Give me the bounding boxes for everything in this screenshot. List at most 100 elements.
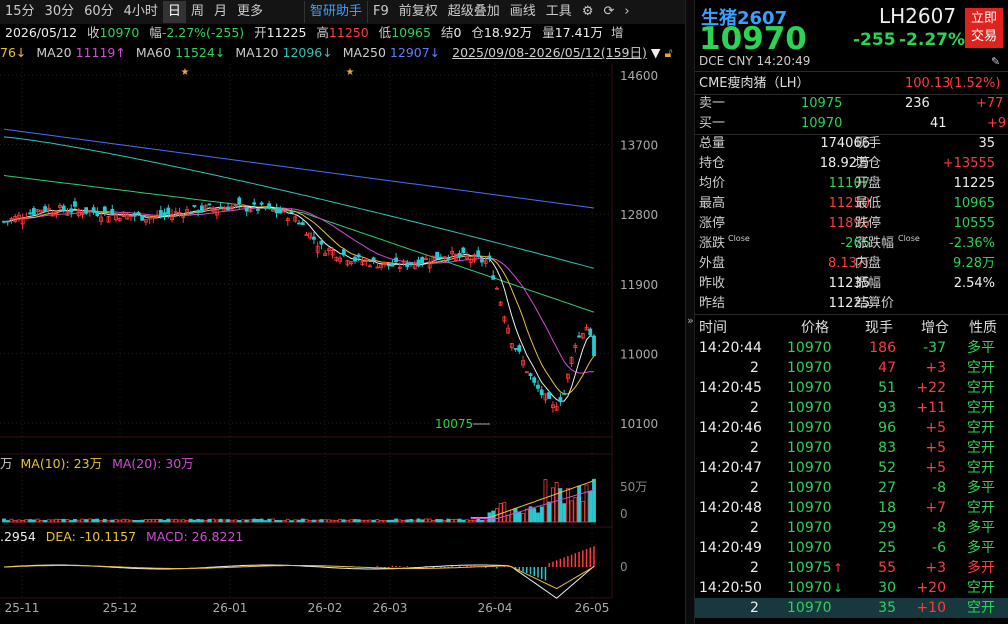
stat-label: 跌停 xyxy=(855,216,882,231)
y-tick-label: 13700 xyxy=(620,139,658,153)
volume-bar xyxy=(229,519,234,523)
trade-row[interactable]: 14:20:47 10970 52 +5 空开 xyxy=(695,458,1008,478)
candle-body xyxy=(200,205,204,212)
trade-row[interactable]: 14:20:48 10970 18 +7 空开 xyxy=(695,498,1008,518)
collapse-arrow-icon[interactable]: » xyxy=(687,314,694,327)
volume-bar xyxy=(147,519,152,523)
trade-oi-change: +5 xyxy=(925,460,946,476)
chevron-right-icon[interactable]: › xyxy=(619,1,634,23)
period-60m[interactable]: 60分 xyxy=(79,1,119,23)
volume-bar xyxy=(99,519,103,523)
volume-bar xyxy=(483,519,488,523)
candle-body xyxy=(577,335,581,338)
trade-row[interactable]: 14:20:49 10970 25 -6 多平 xyxy=(695,538,1008,558)
volume-bar xyxy=(2,518,6,523)
increase-label: 增 xyxy=(610,25,624,40)
ma-legend: 76↓ MA20 11119↑ MA60 11524↓ MA120 12096↓… xyxy=(0,45,673,60)
trade-row[interactable]: 14:20:50 10970 ↓ 30 +20 空开 xyxy=(695,578,1008,598)
x-tick-label: 26-02 xyxy=(308,601,343,615)
bar-settle: 0 xyxy=(453,25,462,40)
volume-bar xyxy=(170,519,174,523)
candle-body xyxy=(457,252,462,257)
candle-body xyxy=(84,207,89,214)
trade-row[interactable]: 2 10970 93 +11 空开 xyxy=(695,398,1008,418)
ma10-line xyxy=(3,206,595,395)
assistant-button[interactable]: 智研助手 xyxy=(303,1,367,23)
trade-row[interactable]: 14:20:46 10970 96 +5 空开 xyxy=(695,418,1008,438)
volume-bar xyxy=(293,519,298,523)
date-range[interactable]: 2025/09/08-2026/05/12(159日) xyxy=(444,45,647,60)
stat-label: 总量 xyxy=(699,136,726,151)
period-toolbar: 15分 30分 60分 4小时 日 周 月 更多 智研助手 F9 前复权 超级叠… xyxy=(0,0,685,24)
volume-bar xyxy=(420,519,425,523)
volume-bar xyxy=(73,518,77,523)
stat-row: 昨结 11225 结算价 xyxy=(695,294,1008,314)
period-15m[interactable]: 15分 xyxy=(0,1,40,23)
period-week[interactable]: 周 xyxy=(186,1,209,23)
bid-row[interactable]: 买一 10970 41 +9 xyxy=(695,114,1008,134)
trade-row[interactable]: 14:20:44 10970 186 -37 多平 xyxy=(695,338,1008,358)
trade-volume: 83 xyxy=(878,440,896,456)
trade-row[interactable]: 2 10970 47 +3 空开 xyxy=(695,358,1008,378)
volume-bar xyxy=(222,519,227,523)
period-4h[interactable]: 4小时 xyxy=(119,1,163,23)
volume-bar xyxy=(547,501,552,523)
trade-row[interactable]: 2 10970 83 +5 空开 xyxy=(695,438,1008,458)
candle-body xyxy=(341,249,346,256)
candle-body xyxy=(244,207,249,212)
trade-nature: 空开 xyxy=(967,380,995,396)
volume-bar xyxy=(87,518,92,523)
volume-bar xyxy=(375,519,380,523)
candle-body xyxy=(192,205,197,207)
trade-now-button[interactable]: 立即 交易 xyxy=(965,8,1003,48)
trade-row[interactable]: 2 10970 27 -8 多平 xyxy=(695,478,1008,498)
x-tick-label: 25-11 xyxy=(5,601,40,615)
volume-bar xyxy=(151,518,156,523)
trade-row[interactable]: 2 10975 ↑ 55 +3 多开 xyxy=(695,558,1008,578)
tools-button[interactable]: 工具 xyxy=(541,1,577,23)
volume-bar xyxy=(132,520,137,523)
trade-nature: 多平 xyxy=(967,480,995,496)
panel-splitter[interactable]: » xyxy=(685,0,695,624)
stat-row: 总量 174066 现手 35 xyxy=(695,134,1008,154)
volume-bar xyxy=(244,519,249,523)
candle-body xyxy=(136,211,141,215)
overlay-button[interactable]: 超级叠加 xyxy=(443,1,505,23)
volume-bar xyxy=(248,519,253,523)
trade-volume: 35 xyxy=(878,600,896,616)
range-dropdown-icon[interactable]: ▼ xyxy=(651,45,661,60)
trade-row[interactable]: 2 10970 29 -8 多平 xyxy=(695,518,1008,538)
volume-bar xyxy=(129,519,133,523)
trade-volume: 52 xyxy=(878,460,896,476)
trade-row[interactable]: 2 10970 35 +10 空开 xyxy=(695,598,1008,618)
candle-body xyxy=(289,210,294,214)
settings-gear-icon[interactable]: ⚙ xyxy=(577,1,599,23)
lock-icon[interactable]: 🔓︎ xyxy=(664,45,672,60)
volume-bar xyxy=(312,519,316,523)
chart-pane[interactable]: 14600 13700 12800 11900 11000 10100 25-11 25-12… xyxy=(0,0,685,624)
volume-bar xyxy=(28,519,33,523)
draw-button[interactable]: 画线 xyxy=(505,1,541,23)
period-more[interactable]: 更多 xyxy=(232,1,268,23)
volume-bar xyxy=(58,518,62,523)
period-month[interactable]: 月 xyxy=(209,1,232,23)
trade-nature: 多平 xyxy=(967,520,995,536)
reference-row[interactable]: CME瘦肉猪（LH） 100.13 (1.52%) xyxy=(695,74,1008,94)
edit-icon[interactable]: ✎ xyxy=(991,55,1000,68)
period-day[interactable]: 日 xyxy=(162,1,186,23)
stat-label: 持仓 xyxy=(699,156,726,171)
y-tick-label: 11000 xyxy=(620,347,658,361)
volume-bar xyxy=(554,482,559,523)
ma250-line xyxy=(3,128,595,209)
trade-row[interactable]: 14:20:45 10970 51 +22 空开 xyxy=(695,378,1008,398)
refresh-icon[interactable]: ⟳ xyxy=(598,1,619,23)
period-30m[interactable]: 30分 xyxy=(40,1,80,23)
adjust-button[interactable]: 前复权 xyxy=(394,1,443,23)
ask-row[interactable]: 卖一 10975 236 +77 xyxy=(695,94,1008,114)
trade-oi-change: +7 xyxy=(925,500,946,516)
volume-bar xyxy=(289,520,294,523)
volume-bar xyxy=(270,518,275,523)
f9-button[interactable]: F9 xyxy=(367,1,394,23)
volume-bar xyxy=(226,519,230,523)
volume-bar xyxy=(562,503,567,523)
